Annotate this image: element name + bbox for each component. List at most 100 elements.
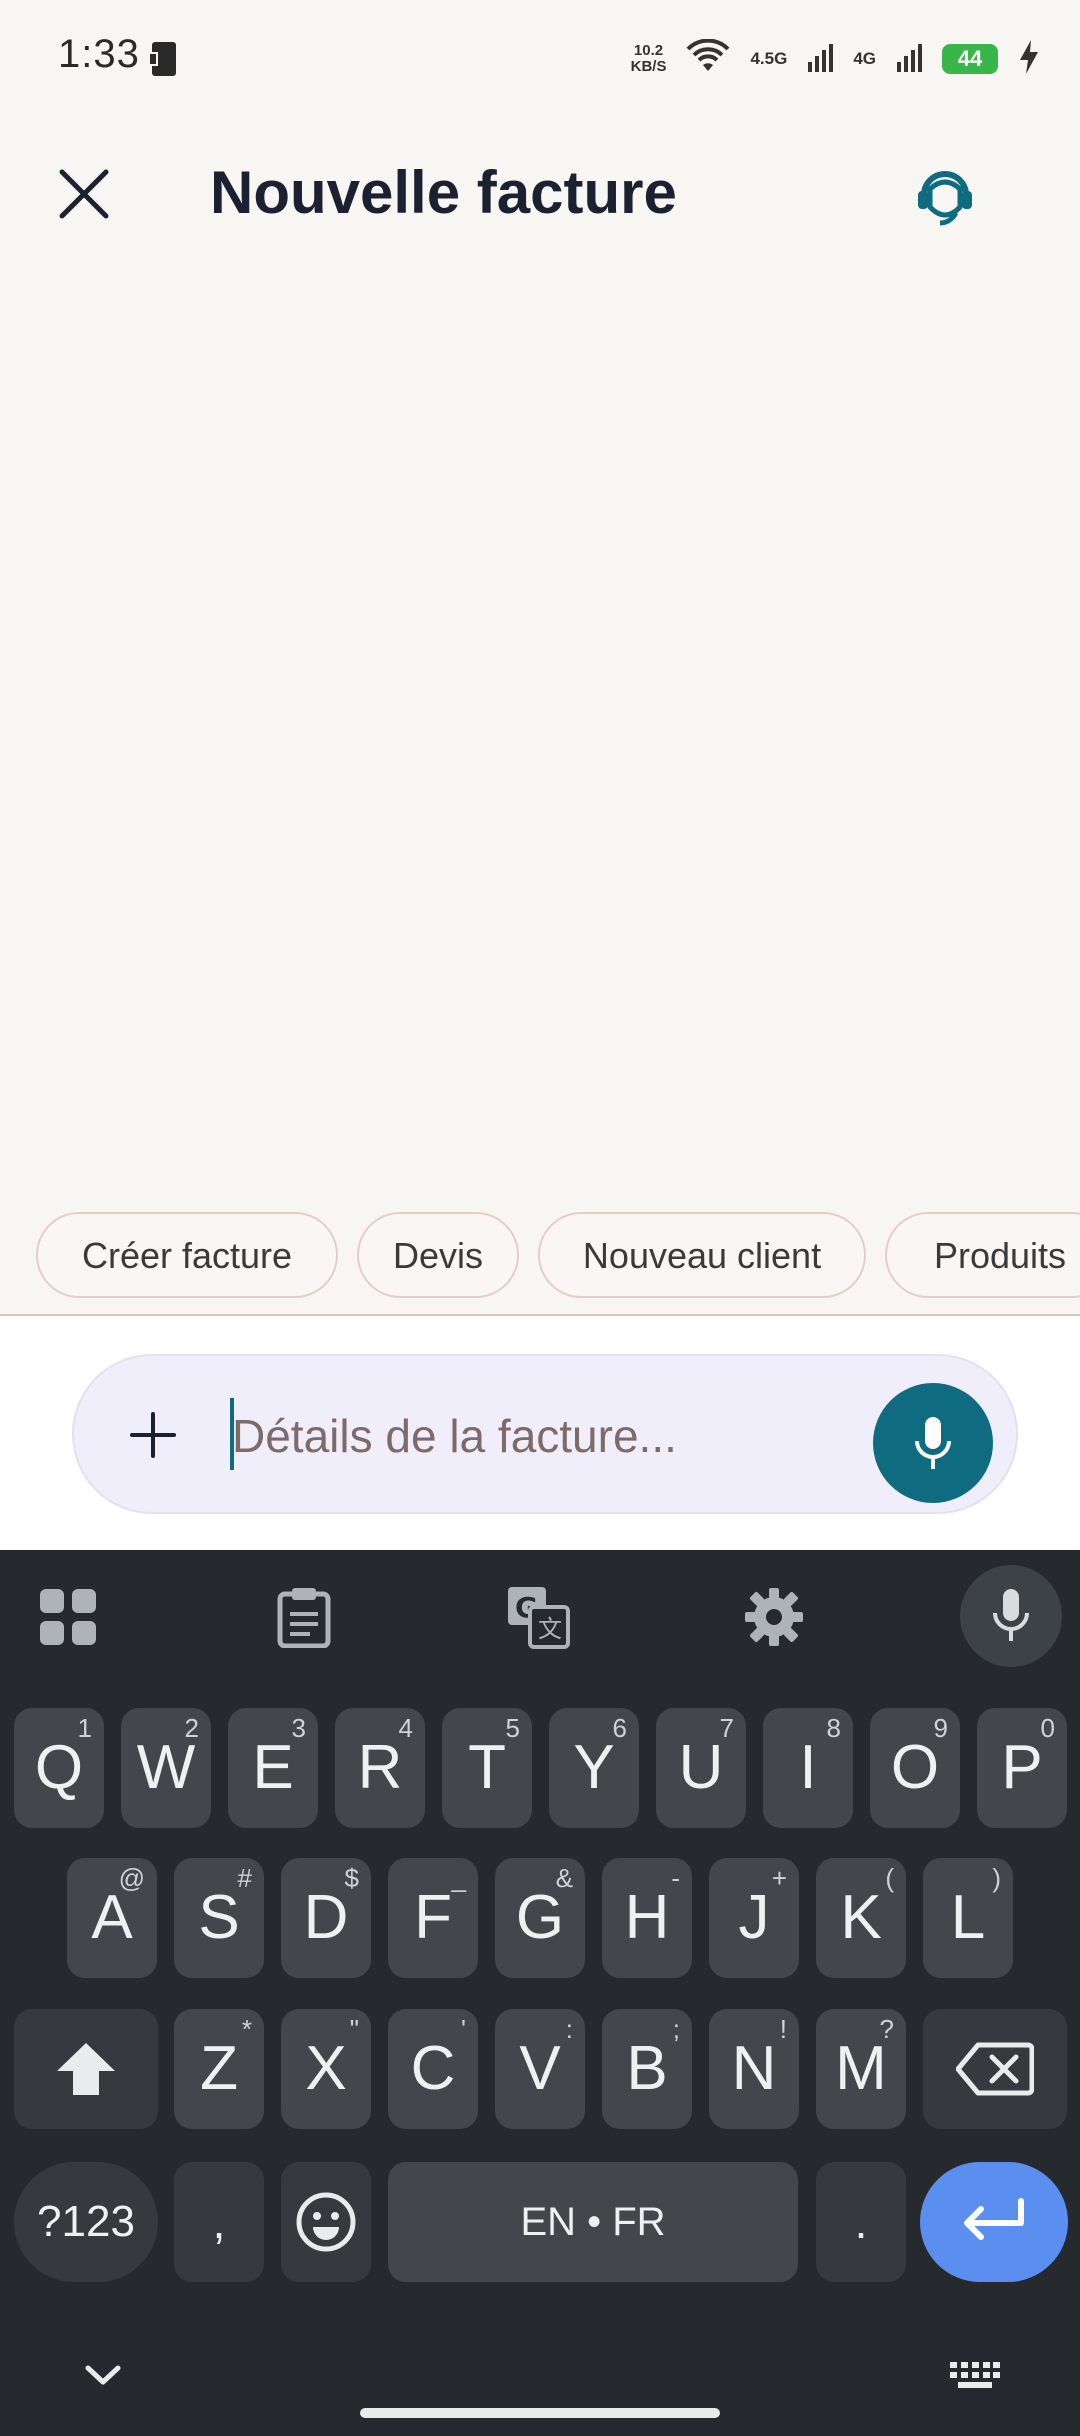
key-r[interactable]: R4	[335, 1708, 425, 1828]
key-l[interactable]: L)	[923, 1858, 1013, 1978]
hide-keyboard-button[interactable]	[82, 2360, 124, 2395]
settings-gear-icon	[745, 1588, 803, 1646]
chip-devis[interactable]: Devis	[357, 1212, 519, 1298]
key-o[interactable]: O9	[870, 1708, 960, 1828]
chip-nouveau-client[interactable]: Nouveau client	[538, 1212, 866, 1298]
backspace-key[interactable]	[923, 2009, 1067, 2129]
network-speed-unit: KB/S	[630, 58, 667, 75]
input-placeholder: Détails de la facture...	[232, 1410, 677, 1462]
keyboard-translate-button[interactable]: G 文	[498, 1577, 578, 1657]
key-label: U	[678, 1733, 724, 1802]
microphone-icon	[915, 1417, 951, 1469]
key-t[interactable]: T5	[442, 1708, 532, 1828]
key-s[interactable]: S #	[174, 1858, 264, 1978]
key-label: F	[414, 1883, 452, 1952]
key-y[interactable]: Y6	[549, 1708, 639, 1828]
key-z[interactable]: Z *	[174, 2009, 264, 2129]
microphone-icon	[993, 1589, 1029, 1641]
clipboard-icon	[277, 1588, 331, 1648]
period-key[interactable]: .	[816, 2162, 906, 2282]
network-speed-value: 10.2	[633, 42, 664, 59]
keyboard-settings-button[interactable]	[734, 1577, 814, 1657]
voice-input-button[interactable]	[873, 1383, 993, 1503]
comma-key[interactable]: ,	[174, 2162, 264, 2282]
key-j[interactable]: J +	[709, 1858, 799, 1978]
keyboard-clipboard-button[interactable]	[264, 1577, 344, 1657]
key-label: G	[515, 1883, 565, 1952]
network-label-1: 4.5G	[750, 49, 788, 68]
chevron-down-icon	[85, 2365, 121, 2385]
key-x[interactable]: X "	[281, 2009, 371, 2129]
key-a[interactable]: A @	[67, 1858, 157, 1978]
support-button[interactable]	[900, 152, 990, 236]
key-v[interactable]: V:	[495, 2009, 585, 2129]
key-d[interactable]: D $	[281, 1858, 371, 1978]
wifi-icon	[686, 38, 730, 80]
key-g[interactable]: G &	[495, 1858, 585, 1978]
emoji-icon	[296, 2192, 356, 2252]
gesture-nav-handle[interactable]	[360, 2408, 720, 2418]
key-label: H	[624, 1883, 670, 1952]
status-time: 1:33	[58, 32, 140, 76]
shift-icon	[57, 2043, 115, 2095]
key-hint: *	[241, 2014, 252, 2044]
chip-creer-facture[interactable]: Créer facture	[36, 1212, 338, 1298]
screen-cast-icon	[146, 40, 182, 83]
key-p[interactable]: P0	[977, 1708, 1067, 1828]
key-h[interactable]: H-	[602, 1858, 692, 1978]
key-q[interactable]: Q1	[14, 1708, 104, 1828]
keyboard-voice-button[interactable]	[960, 1565, 1062, 1667]
chip-produits[interactable]: Produits	[885, 1212, 1080, 1298]
space-key[interactable]: EN • FR	[388, 2162, 798, 2282]
backspace-icon	[956, 2042, 1034, 2096]
signal-icon	[896, 42, 922, 77]
key-hint: 6	[612, 1713, 627, 1743]
key-e[interactable]: E3	[228, 1708, 318, 1828]
network-label-2: 4G	[853, 49, 876, 68]
enter-key[interactable]	[920, 2162, 1068, 2282]
key-i[interactable]: I8	[763, 1708, 853, 1828]
key-hint: +	[771, 1863, 787, 1893]
key-k[interactable]: K(	[816, 1858, 906, 1978]
key-hint: ;	[672, 2014, 680, 2044]
key-label: P	[1001, 1733, 1043, 1802]
key-hint: 8	[826, 1713, 841, 1743]
key-hint: 7	[719, 1713, 734, 1743]
key-hint: :	[565, 2014, 573, 2044]
add-attachment-button[interactable]	[118, 1400, 188, 1470]
svg-text:文: 文	[538, 1615, 562, 1643]
emoji-key[interactable]	[281, 2162, 371, 2282]
key-label: J	[738, 1883, 770, 1952]
key-hint: ?	[879, 2014, 894, 2044]
key-label: S	[198, 1883, 240, 1952]
key-n[interactable]: N!	[709, 2009, 799, 2129]
key-label: T	[468, 1733, 506, 1802]
key-hint: _	[451, 1863, 466, 1893]
key-label: N	[731, 2034, 777, 2103]
key-f[interactable]: F _	[388, 1858, 478, 1978]
status-bar: 1:33 10.2 KB/S 4.5G 4G 44	[0, 0, 1080, 120]
charging-icon	[1018, 39, 1040, 79]
close-button[interactable]	[48, 158, 120, 230]
battery-indicator: 44	[942, 44, 998, 74]
signal-icon	[807, 42, 834, 77]
key-hint: 2	[184, 1713, 199, 1743]
switch-keyboard-button[interactable]	[950, 2362, 1000, 2393]
apps-grid-icon	[40, 1589, 96, 1645]
key-label: V	[519, 2034, 561, 2103]
key-label: O	[890, 1733, 940, 1802]
key-u[interactable]: U7	[656, 1708, 746, 1828]
key-w[interactable]: W2	[121, 1708, 211, 1828]
shift-key[interactable]	[14, 2009, 158, 2129]
suggestion-chips: Créer facture Devis Nouveau client Produ…	[0, 1212, 1080, 1312]
close-icon	[59, 169, 109, 219]
key-label: C	[410, 2034, 456, 2103]
symbols-key[interactable]: ?123	[14, 2162, 158, 2282]
key-c[interactable]: C '	[388, 2009, 478, 2129]
keyboard-apps-button[interactable]	[28, 1577, 108, 1657]
key-m[interactable]: M?	[816, 2009, 906, 2129]
key-hint: 9	[933, 1713, 948, 1743]
key-hint: 4	[398, 1713, 413, 1743]
key-b[interactable]: B;	[602, 2009, 692, 2129]
key-label: X	[305, 2034, 347, 2103]
